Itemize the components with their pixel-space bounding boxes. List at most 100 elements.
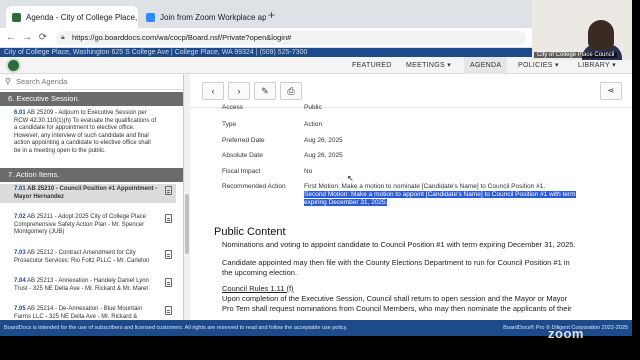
- recommended-action-label: Recommended Action: [222, 183, 286, 190]
- lock-icon: 🔒︎: [61, 34, 65, 41]
- nav-policies-label: POLICIES: [518, 62, 553, 69]
- site-footer: BoardDocs is intended for the use of sub…: [0, 320, 632, 336]
- absolute-date-label: Absolute Date: [222, 152, 263, 159]
- second-motion-text: Second Motion: Make a motion to appoint …: [304, 191, 576, 198]
- public-content-paragraph-3: Upon completion of the Executive Session…: [222, 294, 622, 314]
- presenter-head: [588, 20, 614, 50]
- url-text: https://go.boarddocs.com/wa/cocp/Board.n…: [72, 33, 292, 42]
- absolute-date-value: Aug 26, 2025: [304, 152, 343, 159]
- share-icon: ⋖: [607, 86, 615, 95]
- document-icon: [165, 214, 172, 223]
- search-agenda-input[interactable]: ⚲ Search Agenda: [0, 74, 183, 90]
- agenda-item-7-01[interactable]: 7.01 AB 25210 - Council Position #1 Appo…: [0, 184, 176, 203]
- paragraph-line: Pro Tem shall request nominations from C…: [222, 304, 572, 313]
- council-rules-link-text: Council Rules 1.11 (f): [222, 284, 294, 293]
- back-arrow-icon[interactable]: ←: [4, 31, 18, 45]
- type-label: Type: [222, 121, 237, 128]
- print-button[interactable]: ⎙: [280, 82, 302, 100]
- tab-label: Join from Zoom Workplace app: [160, 12, 266, 22]
- previous-item-button[interactable]: ‹: [202, 82, 224, 100]
- next-item-button[interactable]: ›: [228, 82, 250, 100]
- preferred-date-label: Preferred Date: [222, 137, 265, 144]
- document-icon: [165, 278, 172, 287]
- paragraph-line: Upon completion of the Executive Session…: [222, 294, 568, 303]
- document-icon: [165, 186, 172, 195]
- nav-library-label: LIBRARY: [578, 62, 610, 69]
- mouse-cursor-icon: ↖: [347, 174, 354, 183]
- item-text: AB 25214 - De-Annexation - Blue Mountain…: [14, 306, 143, 320]
- item-text: AB 25210 - Council Position #1 Appointme…: [14, 186, 158, 200]
- second-motion-text-cont: expiring December 31, 2025.: [304, 199, 388, 206]
- item-number: 7.02: [14, 214, 26, 220]
- access-value: Public: [304, 104, 322, 111]
- public-content-paragraph-1: Nominations and voting to appoint candid…: [222, 240, 576, 249]
- item-number: 7.03: [14, 250, 26, 256]
- new-tab-plus-icon[interactable]: +: [268, 9, 275, 21]
- fiscal-impact-value: No: [304, 168, 313, 175]
- forward-arrow-icon[interactable]: →: [20, 31, 34, 45]
- participant-name-label: City of College Place Council: [534, 52, 618, 58]
- access-label: Access: [222, 104, 243, 111]
- item-text: AB 25212 - Contract Amendment for City P…: [14, 250, 150, 264]
- search-icon: ⚲: [5, 77, 11, 86]
- paragraph-line: the upcoming election.: [222, 268, 298, 277]
- zoom-watermark: zoom: [548, 326, 584, 341]
- agenda-item-7-02[interactable]: 7.02 AB 25211 - Adopt 2025 City of Colle…: [0, 212, 176, 239]
- item-text: AB 25213 - Annexation - Handely Daniel L…: [14, 278, 149, 292]
- nav-agenda[interactable]: AGENDA: [464, 57, 508, 74]
- reload-icon[interactable]: ⟳: [36, 31, 50, 45]
- item-detail-panel: ‹ › ✎ ⎙ ⋖ Access Public Type Action Pref…: [190, 74, 632, 320]
- chevron-down-icon: ▾: [554, 62, 559, 69]
- agenda-item-7-04[interactable]: 7.04 AB 25213 - Annexation - Handely Dan…: [0, 276, 176, 295]
- section-action-items[interactable]: 7. Action Items.: [0, 168, 183, 182]
- presenter-video-thumbnail[interactable]: City of College Place Council: [532, 0, 632, 60]
- chevron-right-icon: ›: [237, 86, 241, 96]
- first-motion-text: First Motion: Make a motion to nominate …: [304, 183, 546, 190]
- section-executive-session[interactable]: 6. Executive Session.: [0, 92, 183, 106]
- city-seal-logo[interactable]: [6, 58, 21, 73]
- council-rules-link[interactable]: Council Rules 1.11 (f): [222, 284, 622, 294]
- item-text: AB 25211 - Adopt 2025 City of College Pl…: [14, 214, 146, 235]
- nav-meetings-label: MEETINGS: [406, 62, 445, 69]
- document-icon: [165, 306, 172, 315]
- search-placeholder: Search Agenda: [16, 77, 68, 86]
- tab-label: Agenda - City of College Place, W: [26, 12, 138, 22]
- nav-meetings[interactable]: MEETINGS ▾: [406, 57, 451, 74]
- bottom-letterbox: [0, 336, 640, 360]
- chevron-down-icon: ▾: [612, 62, 616, 69]
- item-toolbar: ‹ › ✎ ⎙ ⋖: [190, 74, 632, 108]
- item-number: 6.01: [14, 110, 26, 116]
- item-number: 7.05: [14, 306, 26, 312]
- agenda-item-6-01[interactable]: 6.01 AB 25209 - Adjourn to Executive Ses…: [0, 108, 176, 157]
- type-value: Action: [304, 121, 323, 128]
- chevron-down-icon: ▾: [447, 62, 452, 69]
- document-icon: [165, 250, 172, 259]
- printer-icon: ⎙: [287, 86, 295, 96]
- item-number: 7.04: [14, 278, 26, 284]
- college-place-favicon-icon: [12, 12, 21, 22]
- tab-zoom-join[interactable]: Join from Zoom Workplace app ✕: [140, 6, 266, 28]
- zoom-favicon-icon: [146, 12, 155, 22]
- url-field[interactable]: 🔒︎ https://go.boarddocs.com/wa/cocp/Boar…: [56, 31, 526, 45]
- fiscal-impact-label: Fiscal Impact: [222, 168, 261, 175]
- zoom-share-window: Agenda - City of College Place, W ✕ Join…: [0, 0, 640, 360]
- agenda-sidebar: ⚲ Search Agenda 6. Executive Session. 6.…: [0, 74, 184, 320]
- agenda-item-7-05[interactable]: 7.05 AB 25214 - De-Annexation - Blue Mou…: [0, 304, 176, 320]
- preferred-date-value: Aug 26, 2025: [304, 137, 343, 144]
- selected-text: Second Motion: Make a motion to appoint …: [304, 191, 576, 198]
- selected-text: expiring December 31, 2025.: [304, 199, 388, 206]
- pencil-icon: ✎: [261, 86, 269, 96]
- shared-screen: Agenda - City of College Place, W ✕ Join…: [0, 0, 632, 336]
- item-text: AB 25209 - Adjourn to Executive Session …: [14, 110, 157, 154]
- footer-notice: BoardDocs is intended for the use of sub…: [4, 325, 348, 331]
- scrollbar-thumb[interactable]: [185, 194, 189, 254]
- public-content-title: Public Content: [214, 226, 286, 238]
- nav-featured[interactable]: FEATURED: [352, 57, 392, 74]
- tab-agenda[interactable]: Agenda - City of College Place, W ✕: [6, 6, 138, 28]
- share-button[interactable]: ⋖: [600, 82, 622, 100]
- item-number: 7.01: [14, 186, 26, 192]
- edit-button[interactable]: ✎: [254, 82, 276, 100]
- agenda-item-7-03[interactable]: 7.03 AB 25212 - Contract Amendment for C…: [0, 248, 176, 267]
- right-letterbox: [632, 0, 640, 360]
- chevron-left-icon: ‹: [211, 86, 215, 96]
